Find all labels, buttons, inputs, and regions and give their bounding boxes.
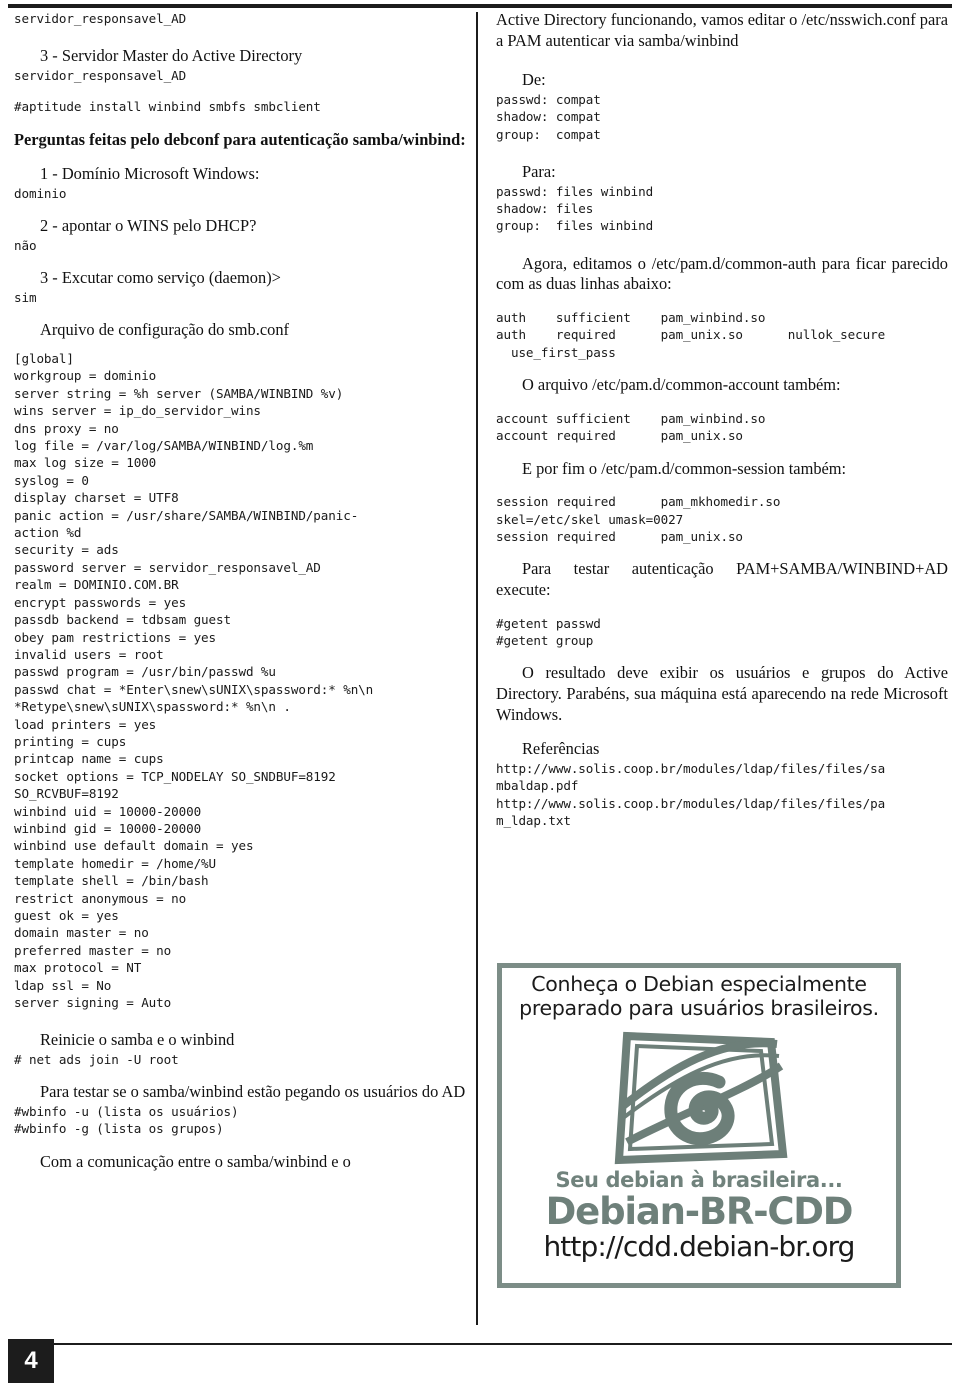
server-name-line-2: servidor_responsavel_AD bbox=[14, 68, 187, 83]
paragraph-result-users-groups: O resultado deve exibir os usuários e gr… bbox=[496, 663, 948, 724]
paragraph-active-directory-nsswitch: Active Directory funcionando, vamos edit… bbox=[496, 10, 948, 50]
answer-1-domain: dominio bbox=[14, 186, 67, 201]
command-aptitude-install: #aptitude install winbind smbfs smbclien… bbox=[14, 99, 321, 115]
heading-de: De: bbox=[522, 70, 546, 90]
ad-brand-name: Debian-BR-CDD bbox=[545, 1190, 854, 1233]
heading-master-server: 3 - Servidor Master do Active Directory bbox=[40, 46, 303, 66]
debian-swirl-logo-icon bbox=[614, 1031, 788, 1165]
ad-url-link[interactable]: http://cdd.debian-br.org bbox=[508, 1232, 890, 1262]
top-rule bbox=[8, 4, 952, 8]
debian-br-cdd-logo bbox=[508, 1022, 890, 1172]
command-net-ads-join: # net ads join -U root bbox=[14, 1052, 179, 1068]
paragraph-test-pam-auth: Para testar autenticação PAM+SAMBA/WINBI… bbox=[496, 559, 948, 600]
document-page: servidor_responsavel_AD 3 - Servidor Mas… bbox=[0, 0, 960, 1386]
nsswitch-before-block: passwd: compat shadow: compat group: com… bbox=[496, 91, 601, 142]
pam-common-auth-block: auth sufficient pam_winbind.so auth requ… bbox=[496, 310, 886, 360]
heading-smb-conf-file: Arquivo de configuração do smb.conf bbox=[40, 320, 289, 340]
server-name-line: servidor_responsavel_AD bbox=[14, 11, 187, 26]
heading-referencias: Referências bbox=[522, 739, 600, 759]
question-3-daemon: 3 - Excutar como serviço (daemon)> bbox=[40, 268, 281, 288]
paragraph-common-auth: Agora, editamos o /etc/pam.d/common-auth… bbox=[496, 253, 948, 294]
column-divider bbox=[476, 12, 478, 1325]
heading-common-account: O arquivo /etc/pam.d/common-account tamb… bbox=[522, 375, 841, 395]
debian-br-cdd-advertisement[interactable]: Conheça o Debian especialmente preparado… bbox=[497, 963, 901, 1288]
right-column: Active Directory funcionando, vamos edit… bbox=[496, 10, 948, 829]
heading-common-session: E por fim o /etc/pam.d/common-session ta… bbox=[522, 458, 847, 478]
references-links-block: http://www.solis.coop.br/modules/ldap/fi… bbox=[496, 760, 886, 829]
answer-2-wins-dhcp: não bbox=[14, 238, 37, 253]
paragraph-test-samba-winbind: Para testar se o samba/winbind estão peg… bbox=[40, 1082, 466, 1102]
answer-3-daemon: sim bbox=[14, 290, 37, 305]
paragraph-com-a-comunicacao: Com a comunicação entre o samba/winbind … bbox=[40, 1151, 351, 1171]
pam-common-account-block: account sufficient pam_winbind.so accoun… bbox=[496, 410, 766, 444]
command-wbinfo: #wbinfo -u (lista os usuários) #wbinfo -… bbox=[14, 1104, 239, 1137]
heading-debconf-questions: Perguntas feitas pelo debconf para auten… bbox=[14, 129, 466, 149]
bottom-rule bbox=[8, 1343, 952, 1345]
heading-restart-samba: Reinicie o samba e o winbind bbox=[40, 1030, 235, 1050]
command-getent: #getent passwd #getent group bbox=[496, 615, 601, 649]
nsswitch-after-block: passwd: files winbind shadow: files grou… bbox=[496, 183, 654, 234]
heading-para: Para: bbox=[522, 162, 556, 181]
ad-headline: Conheça o Debian especialmente preparado… bbox=[519, 972, 879, 1020]
page-number-badge: 4 bbox=[8, 1339, 54, 1383]
left-column: servidor_responsavel_AD 3 - Servidor Mas… bbox=[14, 10, 466, 1172]
smb-conf-listing: [global] workgroup = dominio server stri… bbox=[14, 351, 374, 1011]
pam-common-session-block: session required pam_mkhomedir.so skel=/… bbox=[496, 494, 781, 545]
question-1-domain: 1 - Domínio Microsoft Windows: bbox=[40, 164, 260, 184]
question-2-wins-dhcp: 2 - apontar o WINS pelo DHCP? bbox=[40, 216, 257, 236]
ad-tagline: Seu debian à brasileira... bbox=[555, 1168, 843, 1192]
